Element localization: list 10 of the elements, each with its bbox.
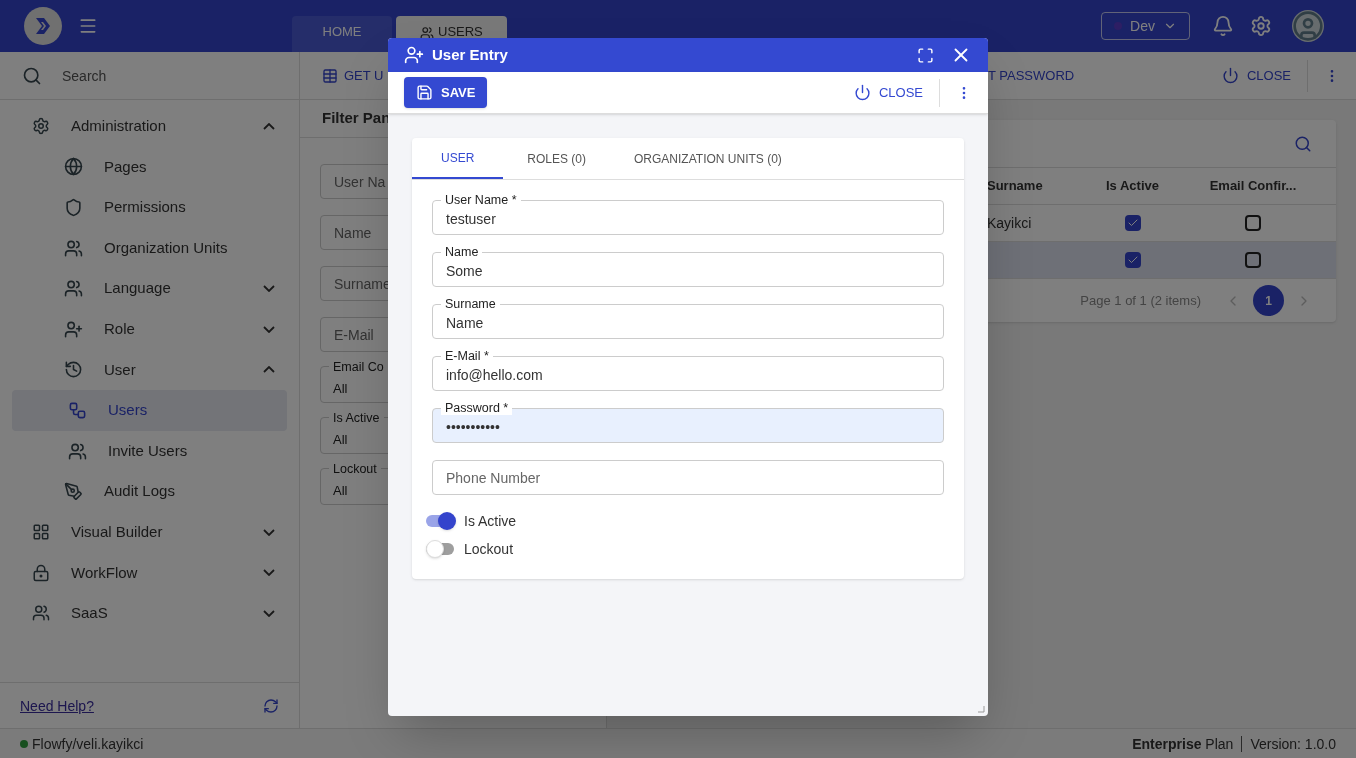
column-header: Is Active [1106, 178, 1159, 194]
column-header: Email Confir... [1209, 178, 1297, 194]
table-cell: Kayikci [987, 215, 1032, 231]
toggle-label: Lockout [464, 540, 514, 559]
column-header: Surname [987, 178, 1043, 194]
plan-text: Enterprise Plan [1132, 734, 1234, 754]
version-text: Version: 1.0.0 [1250, 734, 1336, 754]
user-path: Flowfy/veli.kayikci [32, 734, 144, 754]
toggle-label: Is Active [464, 512, 517, 531]
pager-text: Page 1 of 1 (2 items) [1080, 291, 1201, 310]
